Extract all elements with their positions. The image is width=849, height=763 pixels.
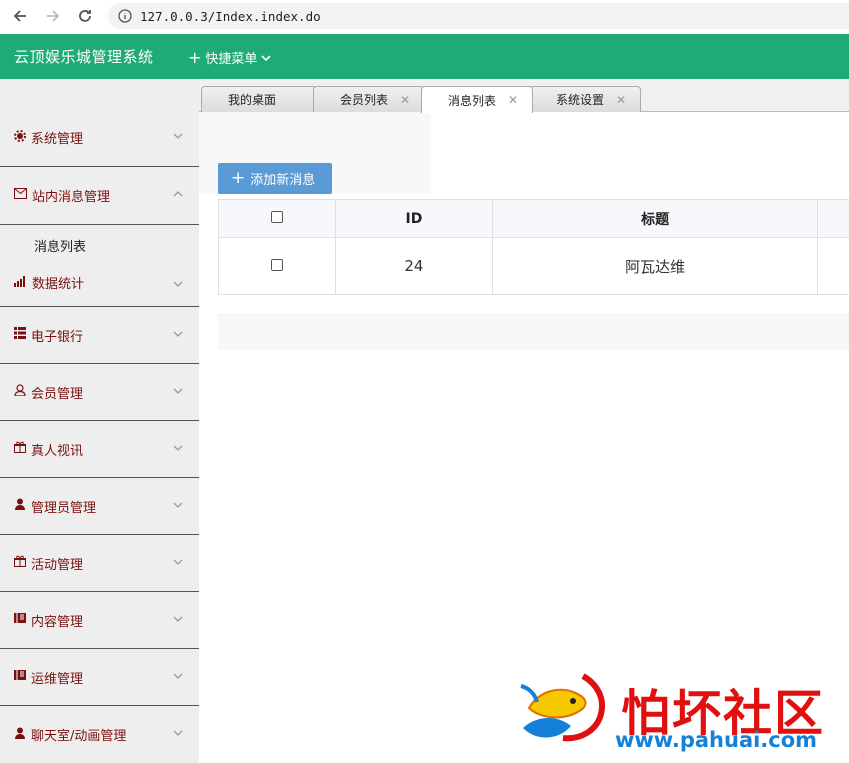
sidebar-item-label: 活动管理	[31, 557, 84, 573]
sidebar-item-activities[interactable]: 活动管理	[0, 535, 199, 592]
reload-button[interactable]	[74, 5, 96, 27]
sidebar-item-messages[interactable]: 站内消息管理	[0, 167, 199, 224]
tab-message-list[interactable]: 消息列表 ✕	[421, 86, 533, 113]
user-solid-icon	[14, 727, 26, 743]
chevron-down-icon	[173, 673, 183, 679]
tab-bar: 我的桌面 会员列表 ✕ 消息列表 ✕ 系统设置 ✕	[199, 79, 849, 113]
sidebar-item-content[interactable]: 内容管理	[0, 592, 199, 649]
chevron-down-icon	[173, 133, 183, 139]
gift-icon	[14, 555, 26, 571]
sidebar-item-ops[interactable]: 运维管理	[0, 649, 199, 706]
cell-title: 阿瓦达维	[492, 237, 819, 295]
table-header-row: ID 标题	[218, 199, 849, 238]
sidebar-item-label: 站内消息管理	[32, 190, 111, 205]
sidebar-item-chatroom[interactable]: 聊天室/动画管理	[0, 706, 199, 763]
add-message-button[interactable]: + 添加新消息	[218, 163, 332, 194]
url-text: 127.0.0.3/Index.index.do	[140, 8, 321, 24]
gear-icon	[14, 129, 26, 146]
arrow-left-icon	[13, 10, 26, 22]
message-table: ID 标题 24 阿瓦达维	[218, 199, 849, 295]
tab-label: 消息列表	[448, 93, 497, 108]
sidebar-item-admins[interactable]: 管理员管理	[0, 478, 199, 535]
close-icon[interactable]: ✕	[616, 93, 626, 107]
tab-system-settings[interactable]: 系统设置 ✕	[529, 86, 641, 112]
tab-desktop[interactable]: 我的桌面	[201, 86, 317, 112]
sidebar-item-label: 会员管理	[31, 386, 84, 402]
book-icon	[14, 669, 26, 685]
sidebar-item-label: 系统管理	[31, 132, 84, 147]
user-icon	[14, 384, 26, 400]
sidebar: 系统管理 站内消息管理 消息列表 数据统计 电子银行 会员管理 真人视讯 管理员…	[0, 79, 199, 763]
watermark: 怕坏社区 www.pahuai.com	[513, 668, 849, 763]
sidebar-item-label: 数据统计	[32, 277, 85, 292]
table-row: 24 阿瓦达维	[218, 237, 849, 295]
main-content: + 添加新消息 ID 标题 24 阿瓦达维	[199, 112, 849, 763]
sidebar-item-live-video[interactable]: 真人视讯	[0, 421, 199, 478]
fish-logo-icon	[520, 673, 605, 742]
sidebar-item-ebank[interactable]: 电子银行	[0, 307, 199, 364]
sidebar-item-system[interactable]: 系统管理	[0, 79, 199, 167]
sidebar-item-label: 真人视讯	[31, 443, 84, 459]
sidebar-item-members[interactable]: 会员管理	[0, 364, 199, 421]
chevron-down-icon	[173, 388, 183, 394]
user-solid-icon	[14, 498, 26, 514]
sidebar-item-label: 管理员管理	[31, 500, 97, 516]
column-header-id: ID	[334, 199, 494, 238]
sidebar-item-label: 运维管理	[31, 671, 84, 687]
select-all-checkbox[interactable]	[270, 210, 283, 223]
chevron-down-icon	[173, 281, 183, 287]
envelope-icon	[14, 188, 27, 203]
column-header-title: 标题	[492, 199, 819, 238]
bar-chart-icon	[14, 275, 27, 291]
app-header: 云顶娱乐城管理系统 + 快捷菜单	[0, 34, 849, 79]
chevron-down-icon	[173, 730, 183, 736]
back-button[interactable]	[9, 5, 31, 27]
forward-button[interactable]	[42, 5, 64, 27]
reload-icon	[79, 10, 91, 22]
watermark-url: www.pahuai.com	[615, 728, 818, 752]
row-checkbox[interactable]	[270, 259, 283, 271]
chevron-down-icon	[173, 502, 183, 508]
sidebar-subitem-message-list[interactable]: 消息列表	[0, 225, 199, 265]
chevron-up-icon	[173, 191, 183, 197]
select-all-cell	[218, 199, 336, 238]
sidebar-item-label: 内容管理	[31, 614, 84, 630]
chevron-down-icon	[173, 616, 183, 622]
sidebar-item-label: 电子银行	[31, 329, 84, 345]
tab-label: 系统设置	[556, 93, 605, 107]
info-icon	[118, 9, 132, 23]
sidebar-item-label: 聊天室/动画管理	[31, 729, 127, 744]
gift-icon	[14, 441, 26, 457]
plus-icon: +	[188, 47, 202, 67]
address-bar[interactable]: 127.0.0.3/Index.index.do	[108, 3, 849, 29]
browser-toolbar: 127.0.0.3/Index.index.do	[0, 0, 849, 34]
add-message-label: 添加新消息	[250, 173, 316, 188]
tab-label: 会员列表	[340, 93, 389, 107]
chevron-down-icon	[173, 331, 183, 337]
close-icon[interactable]: ✕	[400, 93, 410, 107]
chevron-down-icon	[173, 445, 183, 451]
cell-id: 24	[334, 237, 494, 295]
chevron-down-icon	[173, 559, 183, 565]
quick-menu-button[interactable]: + 快捷菜单	[188, 48, 271, 67]
table-footer	[218, 314, 849, 350]
plus-icon: +	[231, 168, 246, 188]
list-icon	[14, 327, 26, 343]
tab-member-list[interactable]: 会员列表 ✕	[313, 86, 425, 112]
sidebar-item-stats[interactable]: 数据统计	[0, 265, 199, 307]
chevron-down-icon	[261, 54, 271, 61]
quick-menu-label: 快捷菜单	[205, 52, 258, 67]
book-icon	[14, 612, 26, 628]
close-icon[interactable]: ✕	[508, 93, 518, 107]
arrow-right-icon	[47, 10, 60, 22]
tab-label: 我的桌面	[228, 93, 277, 107]
app-title: 云顶娱乐城管理系统	[14, 48, 154, 66]
